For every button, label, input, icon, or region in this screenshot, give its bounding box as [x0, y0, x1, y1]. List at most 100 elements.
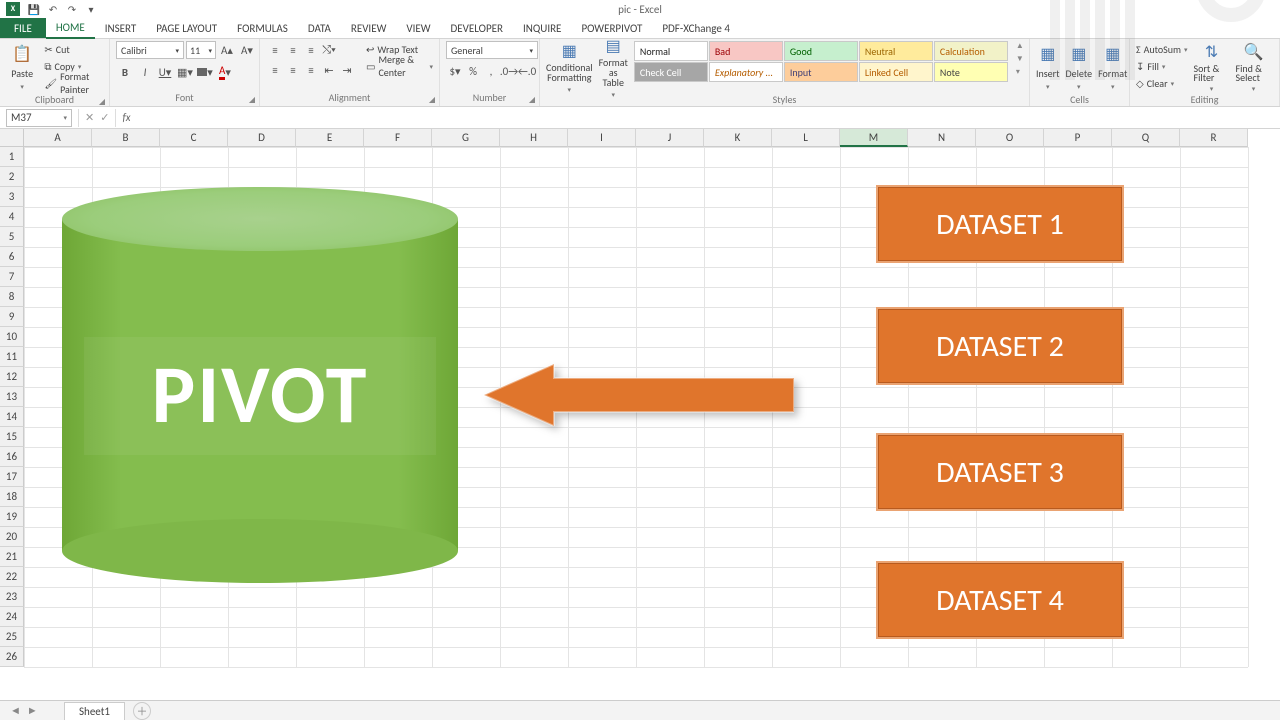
tab-inquire[interactable]: INQUIRE: [513, 18, 571, 38]
font-name-select[interactable]: Calibri▾: [116, 41, 184, 59]
row-header-19[interactable]: 19: [0, 507, 24, 527]
row-header-10[interactable]: 10: [0, 327, 24, 347]
styles-scroll-up-icon[interactable]: ▲: [1016, 41, 1024, 51]
column-header-R[interactable]: R: [1180, 129, 1248, 147]
row-header-26[interactable]: 26: [0, 647, 24, 667]
undo-icon[interactable]: ↶: [45, 2, 61, 16]
bold-button[interactable]: B: [116, 63, 134, 81]
row-header-20[interactable]: 20: [0, 527, 24, 547]
column-header-F[interactable]: F: [364, 129, 432, 147]
name-box[interactable]: M37▾: [6, 109, 72, 127]
sheet-nav-prev-icon[interactable]: ◄: [10, 704, 21, 717]
row-header-9[interactable]: 9: [0, 307, 24, 327]
row-header-24[interactable]: 24: [0, 607, 24, 627]
column-header-C[interactable]: C: [160, 129, 228, 147]
column-header-O[interactable]: O: [976, 129, 1044, 147]
style-calculation[interactable]: Calculation: [934, 41, 1008, 61]
styles-scroll-down-icon[interactable]: ▼: [1016, 54, 1024, 64]
qat-dropdown-icon[interactable]: ▾: [83, 2, 99, 16]
enter-formula-icon[interactable]: ✓: [100, 111, 109, 124]
style-normal[interactable]: Normal: [634, 41, 708, 61]
number-format-select[interactable]: General▾: [446, 41, 538, 59]
insert-cells-button[interactable]: ▦Insert▾: [1036, 41, 1060, 93]
row-header-4[interactable]: 4: [0, 207, 24, 227]
column-header-D[interactable]: D: [228, 129, 296, 147]
shape-dataset-2[interactable]: DATASET 2: [876, 307, 1124, 385]
tab-data[interactable]: DATA: [298, 18, 341, 38]
align-left-button[interactable]: ≡: [266, 61, 284, 79]
merge-center-button[interactable]: ▭Merge & Center▾: [366, 58, 433, 74]
increase-indent-button[interactable]: ⇥: [338, 61, 356, 79]
column-header-K[interactable]: K: [704, 129, 772, 147]
number-launcher-icon[interactable]: ◢: [529, 95, 535, 105]
row-header-6[interactable]: 6: [0, 247, 24, 267]
style-neutral[interactable]: Neutral: [859, 41, 933, 61]
cancel-formula-icon[interactable]: ✕: [85, 111, 94, 124]
align-right-button[interactable]: ≡: [302, 61, 320, 79]
shape-dataset-4[interactable]: DATASET 4: [876, 561, 1124, 639]
style-input[interactable]: Input: [784, 62, 858, 82]
tab-view[interactable]: VIEW: [396, 18, 440, 38]
select-all-corner[interactable]: [0, 129, 24, 147]
shrink-font-button[interactable]: A▾: [238, 41, 256, 59]
row-header-2[interactable]: 2: [0, 167, 24, 187]
percent-format-button[interactable]: %: [464, 62, 482, 80]
clipboard-launcher-icon[interactable]: ◢: [99, 97, 105, 107]
shape-dataset-3[interactable]: DATASET 3: [876, 433, 1124, 511]
row-header-18[interactable]: 18: [0, 487, 24, 507]
tab-formulas[interactable]: FORMULAS: [227, 18, 298, 38]
worksheet-grid[interactable]: ABCDEFGHIJKLMNOPQR 123456789101112131415…: [0, 129, 1280, 720]
fill-color-button[interactable]: ▾: [196, 63, 214, 81]
style-linked-cell[interactable]: Linked Cell: [859, 62, 933, 82]
cell-styles-gallery[interactable]: Normal Bad Good Neutral Calculation Chec…: [634, 41, 1008, 82]
row-header-14[interactable]: 14: [0, 407, 24, 427]
accounting-format-button[interactable]: $▾: [446, 62, 464, 80]
align-middle-button[interactable]: ≡: [284, 41, 302, 59]
cut-button[interactable]: ✂Cut: [44, 41, 103, 57]
column-header-J[interactable]: J: [636, 129, 704, 147]
shape-cylinder-pivot[interactable]: PIVOT: [62, 187, 458, 583]
tab-page-layout[interactable]: PAGE LAYOUT: [146, 18, 227, 38]
row-header-7[interactable]: 7: [0, 267, 24, 287]
row-header-13[interactable]: 13: [0, 387, 24, 407]
tab-pdf-xchange[interactable]: PDF-XChange 4: [652, 18, 740, 38]
underline-button[interactable]: U▾: [156, 63, 174, 81]
row-header-17[interactable]: 17: [0, 467, 24, 487]
styles-more-icon[interactable]: ▾: [1016, 67, 1024, 77]
row-header-1[interactable]: 1: [0, 147, 24, 167]
format-as-table-button[interactable]: ▤ Format as Table▾: [599, 41, 628, 93]
column-header-G[interactable]: G: [432, 129, 500, 147]
style-note[interactable]: Note: [934, 62, 1008, 82]
italic-button[interactable]: I: [136, 63, 154, 81]
style-check-cell[interactable]: Check Cell: [634, 62, 708, 82]
increase-decimal-button[interactable]: .0→: [500, 62, 518, 80]
align-center-button[interactable]: ≡: [284, 61, 302, 79]
row-header-11[interactable]: 11: [0, 347, 24, 367]
fill-button[interactable]: ↧Fill▾: [1136, 58, 1188, 74]
clear-button[interactable]: ◇Clear▾: [1136, 75, 1188, 91]
font-size-select[interactable]: 11▾: [186, 41, 216, 59]
sheet-nav-next-icon[interactable]: ►: [27, 704, 38, 717]
row-header-25[interactable]: 25: [0, 627, 24, 647]
column-header-B[interactable]: B: [92, 129, 160, 147]
orientation-button[interactable]: ⤭▾: [320, 41, 338, 59]
shape-left-arrow[interactable]: [484, 364, 794, 426]
tab-developer[interactable]: DEVELOPER: [441, 18, 513, 38]
decrease-decimal-button[interactable]: ←.0: [518, 62, 536, 80]
row-header-23[interactable]: 23: [0, 587, 24, 607]
style-explanatory[interactable]: Explanatory ...: [709, 62, 783, 82]
column-header-A[interactable]: A: [24, 129, 92, 147]
row-header-15[interactable]: 15: [0, 427, 24, 447]
tab-review[interactable]: REVIEW: [341, 18, 397, 38]
save-icon[interactable]: 💾: [26, 2, 42, 16]
find-select-button[interactable]: 🔍Find & Select▾: [1236, 41, 1272, 93]
conditional-formatting-button[interactable]: ▦ Conditional Formatting▾: [546, 41, 593, 93]
align-top-button[interactable]: ≡: [266, 41, 284, 59]
column-header-L[interactable]: L: [772, 129, 840, 147]
alignment-launcher-icon[interactable]: ◢: [429, 95, 435, 105]
decrease-indent-button[interactable]: ⇤: [320, 61, 338, 79]
column-header-P[interactable]: P: [1044, 129, 1112, 147]
row-header-12[interactable]: 12: [0, 367, 24, 387]
delete-cells-button[interactable]: ▦Delete▾: [1066, 41, 1093, 93]
align-bottom-button[interactable]: ≡: [302, 41, 320, 59]
